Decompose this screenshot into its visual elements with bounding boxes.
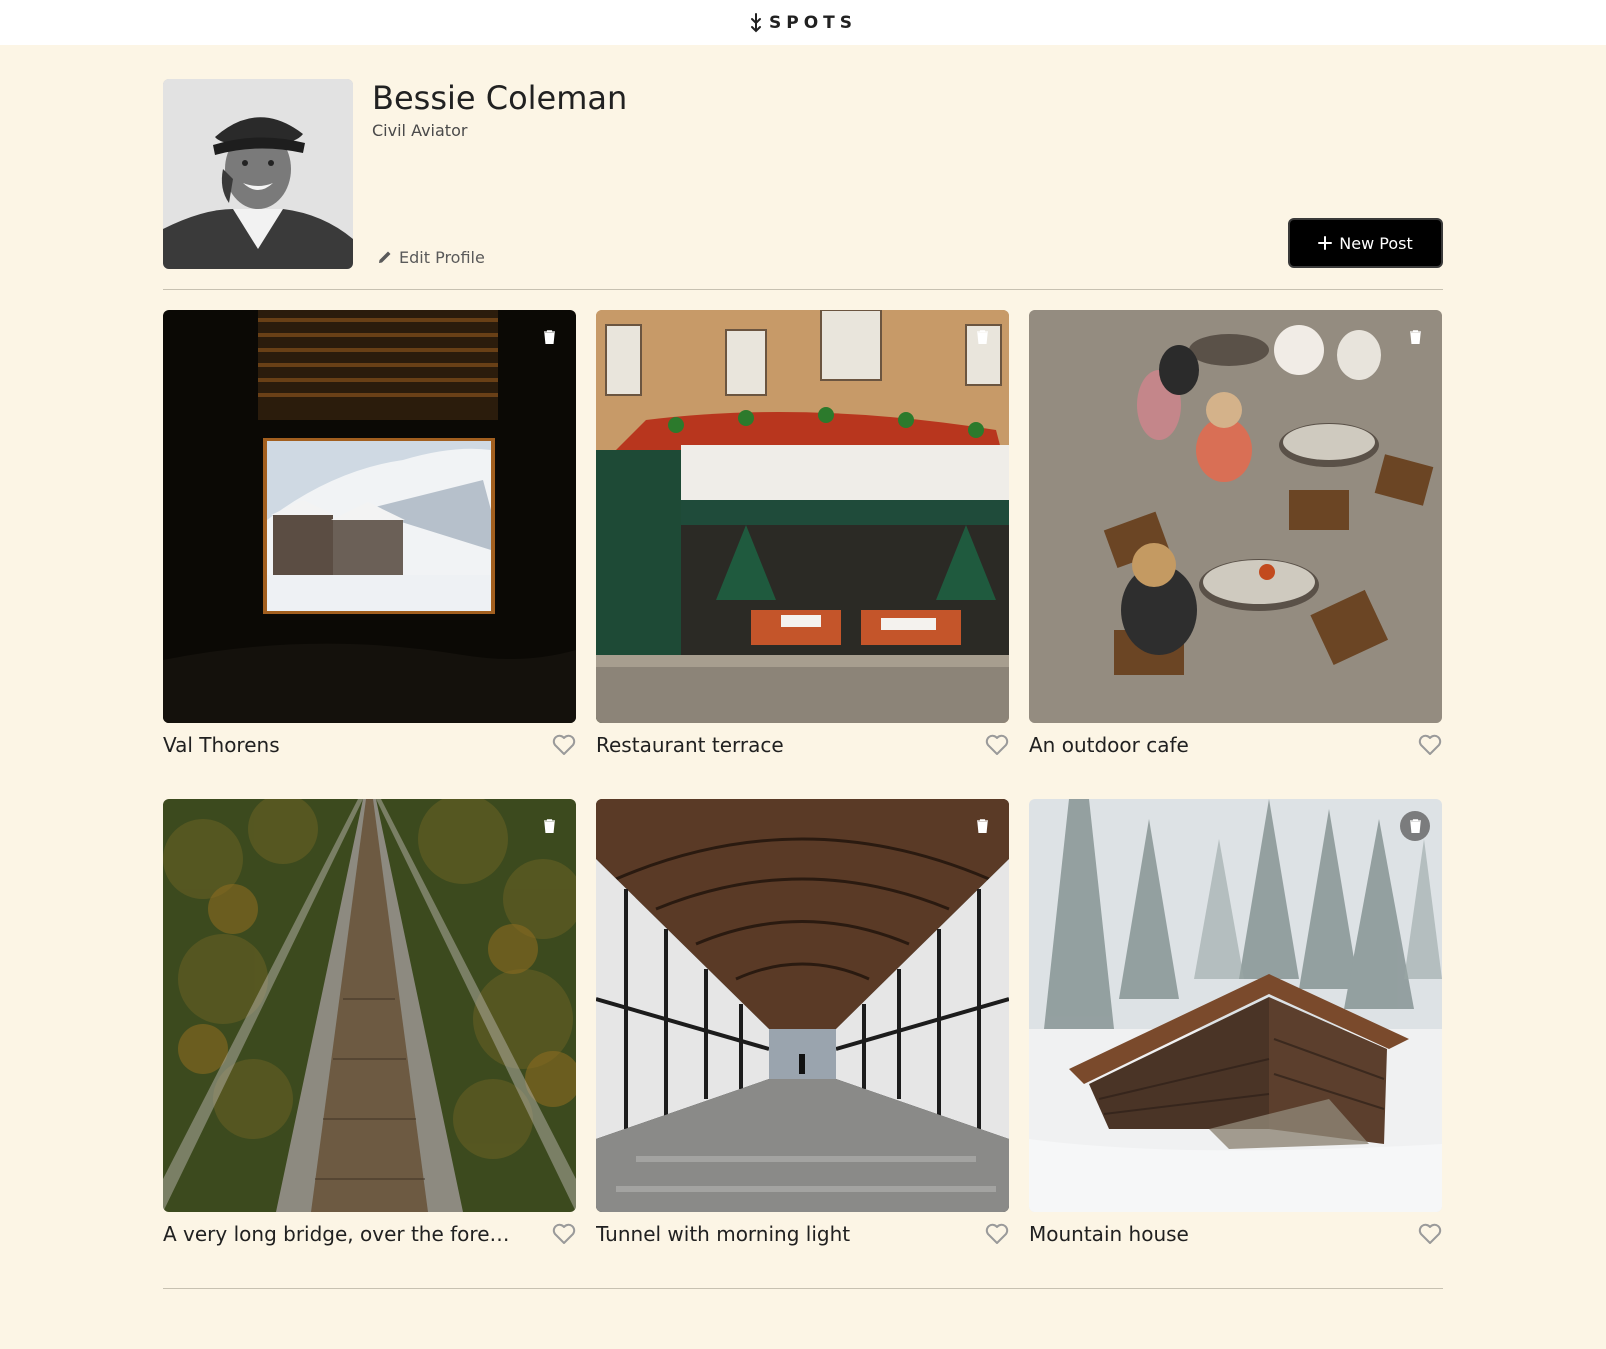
card-title: Tunnel with morning light: [596, 1222, 851, 1246]
trash-icon: [1409, 330, 1421, 344]
pencil-icon: [379, 251, 391, 263]
card-image[interactable]: [1029, 310, 1442, 723]
card: Tunnel with morning light: [596, 799, 1009, 1248]
card: Mountain house: [1029, 799, 1442, 1248]
card-image[interactable]: [596, 310, 1009, 723]
trash-icon: [976, 330, 988, 344]
card-image[interactable]: [163, 310, 576, 723]
footer-divider: [163, 1288, 1443, 1289]
card-image[interactable]: [163, 799, 576, 1212]
edit-profile-label: Edit Profile: [399, 247, 485, 267]
card: An outdoor cafe: [1029, 310, 1442, 759]
card-footer: Val Thorens: [163, 723, 576, 759]
card-footer: A very long bridge, over the forest and …: [163, 1212, 576, 1248]
card: Val Thorens: [163, 310, 576, 759]
heart-icon[interactable]: [1418, 1223, 1442, 1245]
avatar-image: [163, 79, 353, 269]
card-footer: Tunnel with morning light: [596, 1212, 1009, 1248]
delete-button[interactable]: [534, 322, 564, 352]
card-photo: [1029, 799, 1442, 1212]
card-title: Mountain house: [1029, 1222, 1189, 1246]
plus-icon: [1318, 236, 1333, 250]
new-post-button[interactable]: New Post: [1288, 218, 1443, 268]
delete-button[interactable]: [534, 811, 564, 841]
card-image[interactable]: [1029, 799, 1442, 1212]
card-footer: An outdoor cafe: [1029, 723, 1442, 759]
card-photo: [163, 799, 576, 1212]
header: SPOTS: [0, 0, 1606, 45]
trash-icon: [1409, 819, 1421, 833]
heart-icon[interactable]: [985, 1223, 1009, 1245]
edit-profile-button[interactable]: Edit Profile: [378, 246, 485, 268]
card-photo: [1029, 310, 1442, 723]
card-photo: [596, 310, 1009, 723]
card-title: Val Thorens: [163, 733, 280, 757]
card-footer: Mountain house: [1029, 1212, 1442, 1248]
card-title: An outdoor cafe: [1029, 733, 1189, 757]
logo[interactable]: SPOTS: [749, 12, 857, 33]
divider: [163, 289, 1443, 290]
card-photo: [163, 310, 576, 723]
trash-icon: [543, 819, 555, 833]
delete-button[interactable]: [967, 322, 997, 352]
heart-icon[interactable]: [552, 1223, 576, 1245]
delete-button[interactable]: [1400, 322, 1430, 352]
card-photo: [596, 799, 1009, 1212]
delete-button[interactable]: [1400, 811, 1430, 841]
heart-icon[interactable]: [985, 734, 1009, 756]
cards-grid: Val Thorens Restaurant terrace An outdoo…: [163, 310, 1443, 1248]
new-post-label: New Post: [1339, 233, 1413, 253]
heart-icon[interactable]: [1418, 734, 1442, 756]
trash-icon: [976, 819, 988, 833]
logo-text: SPOTS: [769, 12, 857, 33]
profile-description: Civil Aviator: [372, 121, 468, 140]
card-footer: Restaurant terrace: [596, 723, 1009, 759]
delete-button[interactable]: [967, 811, 997, 841]
trash-icon: [543, 330, 555, 344]
card: A very long bridge, over the forest and …: [163, 799, 576, 1248]
logo-icon: [751, 12, 761, 32]
card-title: Restaurant terrace: [596, 733, 784, 757]
profile-section: Bessie Coleman Civil Aviator Edit Profil…: [163, 79, 1443, 269]
avatar: [163, 79, 353, 269]
card-title: A very long bridge, over the forest and …: [163, 1222, 513, 1246]
profile-name: Bessie Coleman: [372, 79, 628, 117]
card-image[interactable]: [596, 799, 1009, 1212]
heart-icon[interactable]: [552, 734, 576, 756]
card: Restaurant terrace: [596, 310, 1009, 759]
